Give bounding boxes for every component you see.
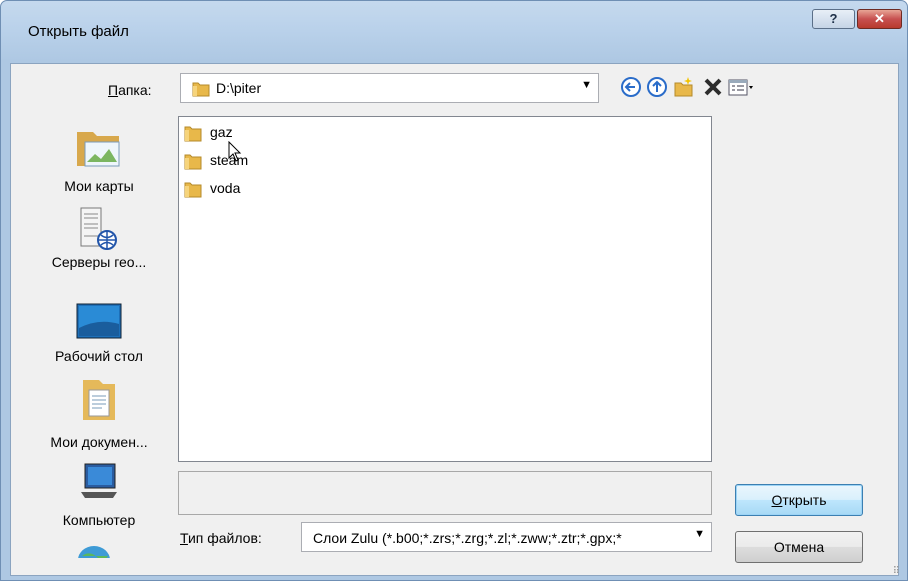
folder-icon	[192, 82, 210, 97]
lookin-value: D:\piter	[216, 80, 262, 96]
place-network[interactable]	[30, 540, 168, 558]
desktop-icon	[76, 303, 122, 339]
place-computer[interactable]: Компьютер	[30, 458, 168, 538]
folder-icon	[184, 126, 202, 142]
lookin-label: Папка:	[108, 82, 152, 98]
title-bar[interactable]: Открыть файл ? ✕	[1, 1, 907, 41]
my-documents-icon	[83, 380, 115, 420]
network-icon	[78, 546, 110, 558]
my-maps-icon	[77, 132, 120, 167]
geo-servers-icon	[80, 207, 117, 250]
cancel-button-label: Отмена	[773, 539, 825, 555]
cancel-button[interactable]: Отмена	[735, 531, 863, 563]
close-icon: ✕	[874, 11, 885, 26]
mouse-cursor-icon	[228, 141, 242, 162]
place-label: Мои карты	[64, 178, 134, 194]
computer-icon	[81, 463, 117, 498]
back-icon[interactable]	[620, 76, 642, 98]
open-button-label: Открыть	[771, 492, 827, 508]
place-label: Мои докумен...	[50, 434, 148, 450]
delete-icon[interactable]	[702, 76, 724, 98]
resize-grip-icon[interactable]: ⠿	[893, 566, 900, 577]
close-button[interactable]: ✕	[857, 9, 902, 29]
filetype-combobox[interactable]: Слои Zulu (*.b00;*.zrs;*.zrg;*.zl;*.zww;…	[301, 522, 712, 552]
lookin-combobox[interactable]: D:\piter ▼	[180, 73, 599, 103]
chevron-down-icon[interactable]: ▼	[694, 528, 705, 540]
file-name: voda	[210, 180, 241, 196]
open-button[interactable]: Открыть	[735, 484, 863, 516]
dialog-title: Открыть файл	[28, 23, 129, 40]
help-button[interactable]: ?	[812, 9, 855, 29]
view-menu-icon[interactable]	[728, 76, 758, 98]
file-name: gaz	[210, 124, 233, 140]
places-bar: Мои карты Серверы гео... Рабочий стол Мо…	[30, 112, 168, 558]
place-label: Рабочий стол	[55, 348, 143, 364]
place-geo-servers[interactable]: Серверы гео...	[30, 204, 168, 292]
place-label: Компьютер	[62, 512, 136, 528]
up-icon[interactable]	[646, 76, 668, 98]
place-my-documents[interactable]: Мои докумен...	[30, 376, 168, 460]
folder-icon	[184, 182, 202, 198]
chevron-down-icon[interactable]: ▼	[581, 79, 592, 91]
file-name-field[interactable]	[178, 471, 712, 515]
folder-icon	[184, 154, 202, 170]
place-my-maps[interactable]: Мои карты	[30, 112, 168, 202]
help-icon: ?	[829, 11, 838, 26]
file-list[interactable]: gaz steam voda	[178, 116, 712, 462]
new-folder-icon[interactable]	[673, 76, 695, 98]
filetype-label: Тип файлов:	[180, 530, 262, 546]
filetype-value: Слои Zulu (*.b00;*.zrs;*.zrg;*.zl;*.zww;…	[313, 530, 622, 546]
place-desktop[interactable]: Рабочий стол	[30, 292, 168, 378]
place-label: Серверы гео...	[51, 254, 147, 270]
